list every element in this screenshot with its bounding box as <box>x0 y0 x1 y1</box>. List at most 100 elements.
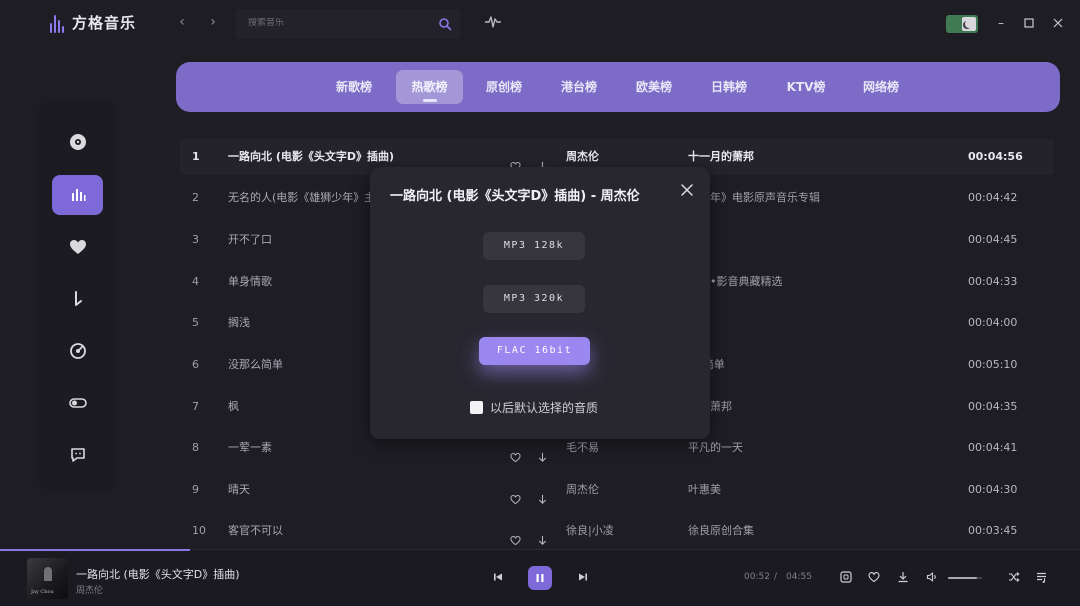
search-icon[interactable] <box>438 17 452 31</box>
toggle-icon <box>68 398 87 408</box>
close-window-button[interactable] <box>1051 16 1065 30</box>
tab-ktv[interactable]: KTV榜 <box>778 70 834 104</box>
song-album[interactable]: /不简单 <box>688 347 948 383</box>
tab-western[interactable]: 欧美榜 <box>628 70 680 104</box>
minimize-button[interactable]: – <box>994 16 1008 30</box>
forward-button[interactable]: › <box>205 14 221 30</box>
tab-new-songs[interactable]: 新歌榜 <box>328 70 380 104</box>
song-album[interactable]: 狮少年》电影原声音乐专辑 <box>688 180 948 216</box>
quality-dialog: 一路向北 (电影《头文字D》插曲) - 周杰伦 MP3 128k MP3 320… <box>370 167 710 439</box>
close-icon[interactable] <box>680 183 694 197</box>
sidebar-item-feedback[interactable] <box>52 435 103 475</box>
song-number: 3 <box>192 233 199 246</box>
app-name: 方格音乐 <box>72 14 137 32</box>
total-time: 04:55 <box>786 572 812 582</box>
time-separator: / <box>774 572 778 582</box>
chart-bars-icon <box>71 189 85 201</box>
song-number: 4 <box>192 275 199 288</box>
sidebar-item-radar[interactable] <box>52 331 103 371</box>
table-row[interactable]: 9 晴天 周杰伦 叶惠美 00:04:30 <box>180 472 1054 508</box>
download-button[interactable] <box>537 513 549 549</box>
tab-hot-songs[interactable]: 热歌榜 <box>396 70 463 104</box>
like-button[interactable] <box>510 513 522 549</box>
search-input[interactable] <box>248 18 428 28</box>
playback-progress[interactable] <box>0 549 190 551</box>
quality-option-mp3-128k[interactable]: MP3 128k <box>483 232 585 260</box>
table-row[interactable]: 10 客官不可以 徐良|小凌 徐良原创合集 00:03:45 <box>180 513 1054 549</box>
song-album[interactable]: 叶惠美 <box>688 472 948 508</box>
heart-outline-icon[interactable] <box>868 571 880 583</box>
current-time: 00:52 <box>744 572 770 582</box>
app-logo: 方格音乐 <box>50 12 136 33</box>
song-artist[interactable]: 周杰伦 <box>566 472 666 508</box>
title-bar: 方格音乐 ‹ › – <box>0 0 1080 48</box>
playlist-icon[interactable] <box>1036 571 1048 583</box>
song-album[interactable]: 徐良原创合集 <box>688 513 948 549</box>
download-icon[interactable] <box>897 571 909 583</box>
song-duration: 00:04:33 <box>968 275 1018 288</box>
heart-icon <box>69 240 86 254</box>
volume-icon[interactable] <box>926 571 938 583</box>
like-button[interactable] <box>510 472 522 508</box>
song-duration: 00:03:45 <box>968 524 1018 537</box>
remember-quality-checkbox[interactable]: 以后默认选择的音质 <box>470 399 598 416</box>
checkbox[interactable] <box>470 401 483 414</box>
song-duration: 00:04:41 <box>968 441 1018 454</box>
pause-button[interactable] <box>528 566 552 590</box>
quality-option-flac-16bit[interactable]: FLAC 16bit <box>479 337 590 365</box>
sidebar-item-downloads[interactable] <box>52 279 103 319</box>
song-duration: 00:04:30 <box>968 483 1018 496</box>
song-artist[interactable]: 徐良|小凌 <box>566 513 666 549</box>
song-number: 10 <box>192 524 206 537</box>
quality-option-mp3-320k[interactable]: MP3 320k <box>483 285 585 313</box>
song-title[interactable]: 晴天 <box>228 472 498 508</box>
tab-original[interactable]: 原创榜 <box>478 70 530 104</box>
cover-text: Jay Chou <box>31 589 54 595</box>
tab-hk-tw[interactable]: 港台榜 <box>553 70 605 104</box>
volume-slider[interactable] <box>948 577 982 579</box>
chat-icon <box>70 448 85 462</box>
song-duration: 00:04:35 <box>968 400 1018 413</box>
next-track-icon[interactable] <box>577 571 589 583</box>
sound-wave-icon[interactable] <box>484 15 502 29</box>
song-number: 7 <box>192 400 199 413</box>
radar-icon <box>69 343 86 359</box>
download-button[interactable] <box>537 472 549 508</box>
lyrics-icon[interactable] <box>840 571 852 583</box>
previous-track-icon[interactable] <box>492 571 504 583</box>
now-playing-artist: 周杰伦 <box>76 586 104 596</box>
song-album[interactable]: 香 <box>688 305 948 341</box>
heart-outline-icon <box>510 452 521 463</box>
back-button[interactable]: ‹ <box>174 14 190 30</box>
song-duration: 00:04:00 <box>968 316 1018 329</box>
search-box <box>236 9 460 39</box>
now-playing-title: 一路向北 (电影《头文字D》插曲) <box>76 568 240 581</box>
song-number: 2 <box>192 191 199 204</box>
download-icon <box>538 535 547 545</box>
download-icon <box>538 494 547 504</box>
shuffle-icon[interactable] <box>1008 571 1020 583</box>
song-album[interactable]: 美声•影音典藏精选 <box>688 264 948 300</box>
chart-tabs: 新歌榜 热歌榜 原创榜 港台榜 欧美榜 日韩榜 KTV榜 网络榜 <box>176 62 1060 112</box>
sidebar-item-settings[interactable] <box>52 383 103 423</box>
song-album[interactable]: 十一月的萧邦 <box>688 139 948 175</box>
close-icon <box>1053 18 1063 28</box>
song-album[interactable]: 平凡的一天 <box>688 430 948 466</box>
sidebar-item-favorites[interactable] <box>52 227 103 267</box>
pause-icon <box>536 574 544 582</box>
moon-icon <box>962 17 976 31</box>
song-album[interactable]: 月的萧邦 <box>688 389 948 425</box>
tab-internet[interactable]: 网络榜 <box>855 70 907 104</box>
sidebar-item-charts[interactable] <box>52 175 103 215</box>
song-title[interactable]: 客官不可以 <box>228 513 498 549</box>
theme-toggle[interactable] <box>946 15 978 33</box>
sidebar-item-disc[interactable] <box>52 122 103 162</box>
song-number: 6 <box>192 358 199 371</box>
song-number: 1 <box>192 150 200 163</box>
album-cover[interactable]: Jay Chou <box>27 558 68 599</box>
tab-jp-kr[interactable]: 日韩榜 <box>703 70 755 104</box>
song-number: 5 <box>192 316 199 329</box>
maximize-button[interactable] <box>1022 16 1036 30</box>
maximize-icon <box>1024 18 1034 28</box>
song-album[interactable]: 西 <box>688 222 948 258</box>
